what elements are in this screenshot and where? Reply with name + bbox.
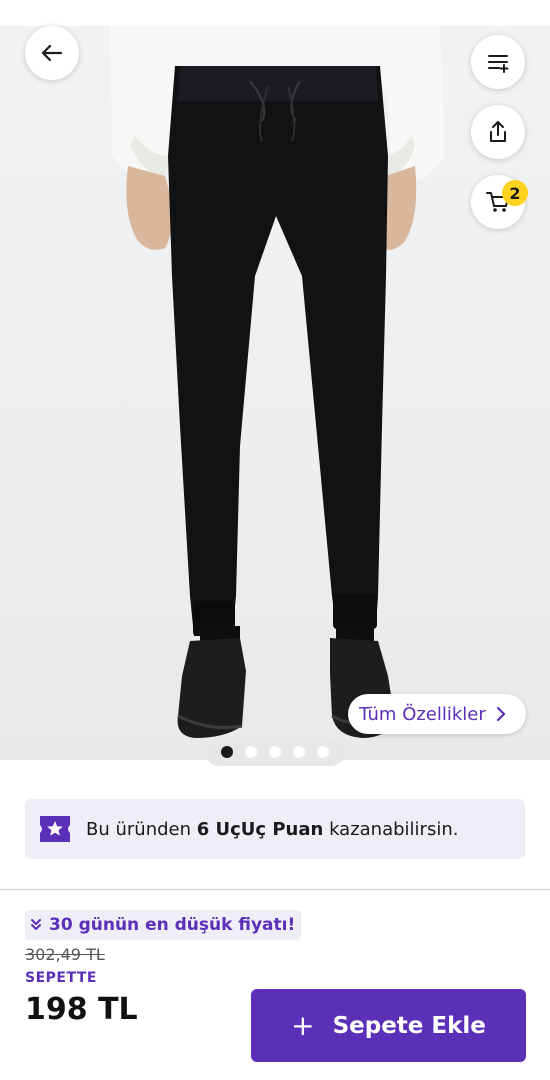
- product-photo: [110, 26, 445, 738]
- share-icon: [490, 121, 506, 142]
- share-button[interactable]: [471, 105, 525, 159]
- pagination-dot[interactable]: [269, 746, 281, 758]
- add-to-list-button[interactable]: [471, 35, 525, 89]
- points-prefix: Bu üründen: [86, 818, 197, 840]
- points-amount: 6 UçUç Puan: [196, 818, 324, 840]
- divider: [0, 889, 550, 890]
- pagination-dot[interactable]: [245, 746, 257, 758]
- in-cart-label: SEPETTE: [25, 970, 97, 986]
- chevron-right-icon: [496, 707, 505, 721]
- current-price: 198 TL: [25, 992, 138, 1027]
- list-add-icon: [488, 55, 509, 73]
- double-chevron-down-icon: [31, 919, 41, 930]
- add-to-cart-button[interactable]: + Sepete Ekle: [251, 989, 526, 1062]
- status-strip: [0, 0, 550, 26]
- arrow-left-icon: [41, 44, 63, 62]
- loyalty-points-card: Bu üründen 6 UçUç Puan kazanabilirsin.: [25, 799, 525, 859]
- plus-icon: +: [291, 1008, 315, 1042]
- points-text: Bu üründen 6 UçUç Puan kazanabilirsin.: [86, 819, 458, 840]
- product-image-gallery[interactable]: Tüm Özellikler: [0, 26, 550, 760]
- lowest-price-tag: 30 günün en düşük fiyatı!: [25, 910, 302, 940]
- points-suffix: kazanabilirsin.: [323, 818, 459, 840]
- pagination-dot[interactable]: [221, 746, 233, 758]
- all-features-label: Tüm Özellikler: [359, 703, 486, 725]
- add-to-cart-label: Sepete Ekle: [332, 1012, 486, 1039]
- pagination-dot[interactable]: [317, 746, 329, 758]
- old-price: 302,49 TL: [25, 945, 105, 964]
- gallery-pagination[interactable]: [205, 738, 345, 766]
- cart-count-badge: 2: [502, 180, 528, 206]
- product-detail-page: Tüm Özellikler 2 Bu üründen 6 UçUç Puan …: [0, 0, 550, 1080]
- lowest-price-label: 30 günün en düşük fiyatı!: [49, 915, 296, 935]
- back-button[interactable]: [25, 26, 79, 80]
- all-features-button[interactable]: Tüm Özellikler: [348, 694, 526, 734]
- pagination-dot[interactable]: [293, 746, 305, 758]
- star-ticket-icon: [40, 816, 70, 842]
